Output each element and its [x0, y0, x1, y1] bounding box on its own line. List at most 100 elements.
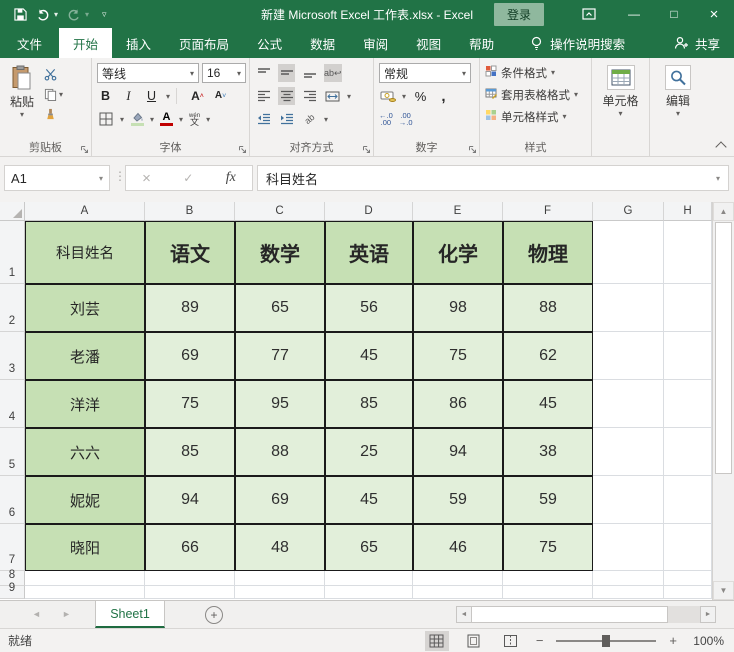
increase-indent-icon[interactable]: [278, 110, 295, 128]
paste-button[interactable]: 粘贴 ▾: [3, 62, 41, 140]
cell-A6[interactable]: 妮妮: [25, 476, 145, 524]
cell-A2[interactable]: 刘芸: [25, 284, 145, 332]
cell-E3[interactable]: 75: [413, 332, 503, 380]
copy-dropdown-icon[interactable]: ▾: [59, 90, 63, 99]
select-all-corner[interactable]: [0, 202, 25, 221]
cell-D1[interactable]: 英语: [325, 221, 413, 284]
cell-B2[interactable]: 89: [145, 284, 235, 332]
cell-C7[interactable]: 48: [235, 524, 325, 571]
tab-文件[interactable]: 文件: [0, 28, 59, 58]
zoom-out-button[interactable]: −: [536, 633, 544, 648]
row-header-5[interactable]: 5: [0, 428, 25, 476]
align-right-icon[interactable]: [301, 87, 318, 105]
orientation-dropdown-icon[interactable]: ▾: [324, 115, 328, 124]
cell-E9[interactable]: [413, 586, 503, 599]
cell-G2[interactable]: [593, 284, 664, 332]
decrease-indent-icon[interactable]: [255, 110, 272, 128]
col-header-B[interactable]: B: [145, 202, 235, 221]
cell-F4[interactable]: 45: [503, 380, 593, 428]
wrap-text-icon[interactable]: ab↩: [324, 64, 342, 82]
prev-sheet-icon[interactable]: ◄: [32, 609, 41, 619]
merge-center-icon[interactable]: [324, 87, 341, 105]
paste-dropdown-icon[interactable]: ▾: [20, 111, 24, 119]
cell-H5[interactable]: [664, 428, 712, 476]
row-header-2[interactable]: 2: [0, 284, 25, 332]
cell-G4[interactable]: [593, 380, 664, 428]
cell-D6[interactable]: 45: [325, 476, 413, 524]
cell-G3[interactable]: [593, 332, 664, 380]
decrease-decimal-button[interactable]: .00 →.0: [399, 112, 413, 127]
cell-A1[interactable]: 科目姓名: [25, 221, 145, 284]
underline-button[interactable]: U: [143, 87, 160, 105]
cell-E7[interactable]: 46: [413, 524, 503, 571]
cancel-icon[interactable]: ×: [142, 170, 151, 187]
cell-B5[interactable]: 85: [145, 428, 235, 476]
vertical-scrollbar[interactable]: ▲ ▼: [712, 202, 734, 600]
cell-H7[interactable]: [664, 524, 712, 571]
col-header-H[interactable]: H: [664, 202, 712, 221]
editing-dropdown-icon[interactable]: ▾: [676, 110, 680, 118]
page-break-view-icon[interactable]: [499, 631, 523, 651]
col-header-C[interactable]: C: [235, 202, 325, 221]
borders-icon[interactable]: [97, 110, 114, 128]
zoom-slider[interactable]: [556, 634, 657, 647]
clipboard-dialog-launcher-icon[interactable]: [80, 145, 89, 154]
percent-style-button[interactable]: %: [412, 87, 429, 105]
cell-C8[interactable]: [235, 571, 325, 586]
normal-view-icon[interactable]: [424, 630, 449, 651]
cell-B8[interactable]: [145, 571, 235, 586]
decrease-font-icon[interactable]: A ˅: [212, 87, 229, 105]
vertical-scroll-thumb[interactable]: [715, 222, 732, 474]
cell-A9[interactable]: [25, 586, 145, 599]
tab-帮助[interactable]: 帮助: [455, 28, 508, 58]
cell-C1[interactable]: 数学: [235, 221, 325, 284]
maximize-button[interactable]: □: [654, 0, 694, 28]
formula-input[interactable]: 科目姓名 ▾: [257, 165, 729, 191]
tab-公式[interactable]: 公式: [243, 28, 296, 58]
cell-D3[interactable]: 45: [325, 332, 413, 380]
cell-F1[interactable]: 物理: [503, 221, 593, 284]
cells-button[interactable]: 单元格 ▾: [599, 62, 643, 140]
accounting-format-icon[interactable]: [379, 87, 396, 105]
cell-B6[interactable]: 94: [145, 476, 235, 524]
zoom-in-button[interactable]: +: [669, 633, 677, 648]
cell-C5[interactable]: 88: [235, 428, 325, 476]
sheet-tab-sheet1[interactable]: Sheet1: [95, 601, 165, 628]
tell-me-search[interactable]: 操作说明搜索: [530, 28, 625, 58]
comma-style-button[interactable]: ,: [435, 87, 452, 105]
phonetic-guide-button[interactable]: wén 文: [189, 113, 200, 127]
bold-button[interactable]: B: [97, 87, 114, 105]
share-button[interactable]: 共享: [674, 28, 720, 58]
col-header-F[interactable]: F: [503, 202, 593, 221]
cell-B3[interactable]: 69: [145, 332, 235, 380]
font-size-select[interactable]: 16 ▾: [202, 63, 246, 83]
customize-qat-icon[interactable]: ▿: [102, 9, 107, 20]
redo-icon[interactable]: [67, 8, 81, 21]
format-painter-button[interactable]: [44, 106, 63, 123]
align-bottom-icon[interactable]: [301, 64, 318, 82]
fill-color-button[interactable]: [130, 112, 144, 126]
row-header-7[interactable]: 7: [0, 524, 25, 571]
cell-F6[interactable]: 59: [503, 476, 593, 524]
cell-D9[interactable]: [325, 586, 413, 599]
cell-F9[interactable]: [503, 586, 593, 599]
zoom-slider-thumb[interactable]: [602, 634, 611, 647]
cell-A5[interactable]: 六六: [25, 428, 145, 476]
cells-dropdown-icon[interactable]: ▾: [618, 110, 622, 118]
expand-formula-bar-icon[interactable]: ▾: [716, 174, 720, 183]
font-dialog-launcher-icon[interactable]: [238, 145, 247, 154]
cell-F2[interactable]: 88: [503, 284, 593, 332]
alignment-dialog-launcher-icon[interactable]: [362, 145, 371, 154]
align-middle-icon[interactable]: [278, 64, 295, 82]
scroll-right-icon[interactable]: ►: [700, 606, 716, 623]
cell-H6[interactable]: [664, 476, 712, 524]
cell-C3[interactable]: 77: [235, 332, 325, 380]
row-header-4[interactable]: 4: [0, 380, 25, 428]
accounting-dropdown-icon[interactable]: ▾: [402, 92, 406, 101]
cell-H9[interactable]: [664, 586, 712, 599]
cell-D8[interactable]: [325, 571, 413, 586]
phonetic-dropdown-icon[interactable]: ▾: [206, 115, 210, 124]
cell-G9[interactable]: [593, 586, 664, 599]
close-button[interactable]: ×: [694, 0, 734, 28]
ribbon-display-options-icon[interactable]: [572, 0, 606, 28]
